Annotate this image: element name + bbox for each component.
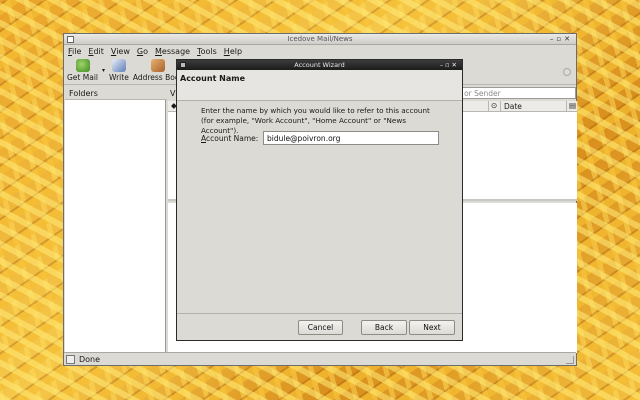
main-window-title: Icedove Mail/News [287, 35, 353, 43]
activity-throbber-icon [563, 68, 571, 76]
account-wizard-dialog: Account Wizard –▫✕ Account Name Enter th… [176, 59, 463, 341]
write-button[interactable]: Write [109, 58, 129, 82]
dialog-menu-icon[interactable] [180, 62, 186, 68]
menubar: File Edit View Go Message Tools Help [64, 45, 576, 58]
status-bar: Done [64, 352, 576, 365]
dialog-footer-divider [177, 313, 462, 314]
back-button[interactable]: Back [361, 320, 407, 335]
pencil-icon [111, 59, 126, 72]
junk-column-icon[interactable]: ⊙ [491, 101, 497, 110]
account-name-input[interactable] [263, 131, 439, 145]
next-button[interactable]: Next [409, 320, 455, 335]
resize-grip-icon[interactable] [566, 356, 574, 364]
get-mail-label: Get Mail [67, 73, 98, 82]
write-label: Write [109, 73, 129, 82]
dialog-titlebar: Account Wizard –▫✕ [177, 60, 462, 70]
account-name-label: Account Name: [201, 134, 259, 143]
status-text: Done [79, 354, 101, 364]
get-mail-icon [75, 59, 90, 72]
dialog-window-controls[interactable]: –▫✕ [440, 60, 459, 70]
offline-status-icon[interactable] [66, 354, 75, 364]
window-menu-icon[interactable] [67, 36, 74, 43]
date-column-header[interactable]: Date [504, 102, 522, 111]
column-picker-icon[interactable]: ▤ [569, 101, 576, 110]
menu-help[interactable]: Help [224, 47, 242, 56]
menu-file[interactable]: File [68, 47, 81, 56]
menu-view[interactable]: View [111, 47, 130, 56]
main-titlebar: Icedove Mail/News –▫✕ [64, 34, 576, 45]
get-mail-dropdown-icon[interactable]: ▾ [102, 67, 105, 74]
menu-edit[interactable]: Edit [88, 47, 104, 56]
search-input[interactable]: ect or Sender [446, 87, 576, 99]
dialog-title: Account Wizard [294, 61, 345, 69]
menu-tools[interactable]: Tools [197, 47, 217, 56]
cancel-button[interactable]: Cancel [298, 320, 343, 335]
menu-message[interactable]: Message [155, 47, 190, 56]
menu-go[interactable]: Go [137, 47, 148, 56]
folder-pane[interactable] [65, 100, 166, 353]
folders-header: Folders [65, 87, 167, 100]
window-controls[interactable]: –▫✕ [550, 34, 573, 45]
wizard-page-header: Account Name [177, 70, 462, 101]
address-book-icon [151, 59, 166, 72]
get-mail-button[interactable]: Get Mail [67, 58, 98, 82]
